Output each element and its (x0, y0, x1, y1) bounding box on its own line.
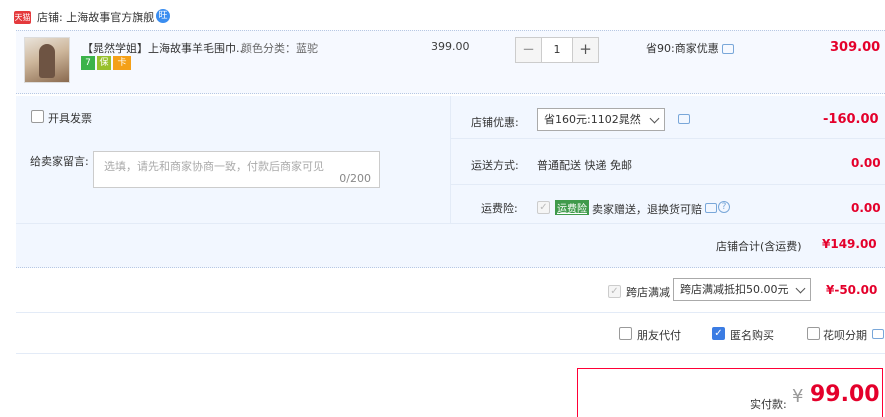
coupon-chat-icon[interactable] (678, 114, 690, 124)
installment-label[interactable]: 花呗分期 (823, 327, 867, 343)
insurance-value: 0.00 (851, 201, 881, 215)
currency-symbol: ¥ (792, 386, 804, 407)
wangwang-chat-icon[interactable]: 旺 (156, 9, 170, 23)
chevron-down-icon (795, 283, 806, 294)
guarantee-icon: 保 (97, 56, 111, 70)
card-payment-icon: 卡 (113, 56, 131, 70)
promo-chat-icon[interactable] (722, 44, 734, 54)
message-placeholder: 选填，请先和商家协商一致，付款后商家可见 (104, 160, 324, 173)
coupon-label: 店铺优惠: (471, 116, 519, 129)
message-label: 给卖家留言: (30, 155, 89, 168)
cross-store-label: 跨店满减 (626, 286, 670, 299)
quantity-stepper: − 1 + (515, 37, 599, 63)
product-sku: 颜色分类：蓝驼 (241, 42, 318, 55)
anonymous-checkbox[interactable]: ✓ (712, 327, 725, 340)
insurance-chat-icon[interactable] (705, 203, 717, 213)
cross-store-checkbox[interactable]: ✓ (608, 285, 621, 298)
friend-pay-checkbox[interactable] (619, 327, 632, 340)
product-title[interactable]: 【晁然学姐】上海故事羊毛围巾... (82, 40, 242, 56)
friend-pay-label[interactable]: 朋友代付 (637, 327, 681, 343)
divider (450, 96, 451, 223)
item-promo: 省90:商家优惠 (646, 42, 719, 55)
tmall-icon: 天猫 (14, 11, 31, 24)
installment-checkbox[interactable] (807, 327, 820, 340)
cross-store-value: ¥-50.00 (826, 283, 878, 297)
shop-total-label: 店铺合计(含运费) (716, 240, 802, 253)
message-counter: 0/200 (339, 172, 371, 185)
cross-store-selected: 跨店满减抵扣50.00元 (680, 283, 789, 296)
divider (16, 223, 885, 224)
cross-store-select[interactable]: 跨店满减抵扣50.00元 (673, 278, 811, 301)
delivery-value: 0.00 (851, 156, 881, 170)
divider (450, 138, 885, 139)
quantity-input[interactable]: 1 (542, 38, 572, 62)
coupon-select[interactable]: 省160元:1102晁然 (537, 108, 665, 131)
seller-message-field[interactable]: 选填，请先和商家协商一致，付款后商家可见 0/200 (93, 151, 380, 188)
coupon-value: -160.00 (823, 112, 879, 127)
insurance-label: 运费险: (481, 202, 518, 215)
insurance-text: 卖家赠送，退换货可赔 (592, 203, 702, 216)
unit-price: 399.00 (431, 40, 470, 53)
shop-total-value: ¥149.00 (822, 237, 877, 251)
invoice-label[interactable]: 开具发票 (48, 110, 92, 126)
help-icon[interactable]: ? (718, 201, 730, 213)
insurance-badge: 运费险 (555, 200, 589, 215)
insurance-checkbox[interactable]: ✓ (537, 201, 550, 214)
payment-summary: 实付款: ¥ 99.00 (577, 368, 883, 417)
anonymous-label[interactable]: 匿名购买 (730, 327, 774, 343)
increase-quantity-button[interactable]: + (572, 38, 598, 62)
shop-name[interactable]: 店铺: 上海故事官方旗舰 (37, 9, 154, 25)
chevron-down-icon (649, 113, 660, 124)
divider (450, 184, 885, 185)
divider (16, 353, 885, 354)
seven-day-return-icon: 7 (81, 56, 95, 70)
invoice-checkbox[interactable] (31, 110, 44, 123)
payment-amount: 99.00 (810, 382, 880, 407)
delivery-method: 普通配送 快递 免邮 (537, 159, 632, 172)
payment-label: 实付款: (750, 398, 787, 411)
item-total: 309.00 (830, 40, 881, 55)
installment-chat-icon[interactable] (872, 329, 884, 339)
coupon-selected: 省160元:1102晁然 (544, 113, 641, 126)
decrease-quantity-button[interactable]: − (516, 38, 542, 62)
delivery-label: 运送方式: (471, 159, 519, 172)
divider (16, 312, 885, 313)
service-badges: 7保卡 (81, 56, 133, 70)
product-thumbnail[interactable] (24, 37, 70, 83)
